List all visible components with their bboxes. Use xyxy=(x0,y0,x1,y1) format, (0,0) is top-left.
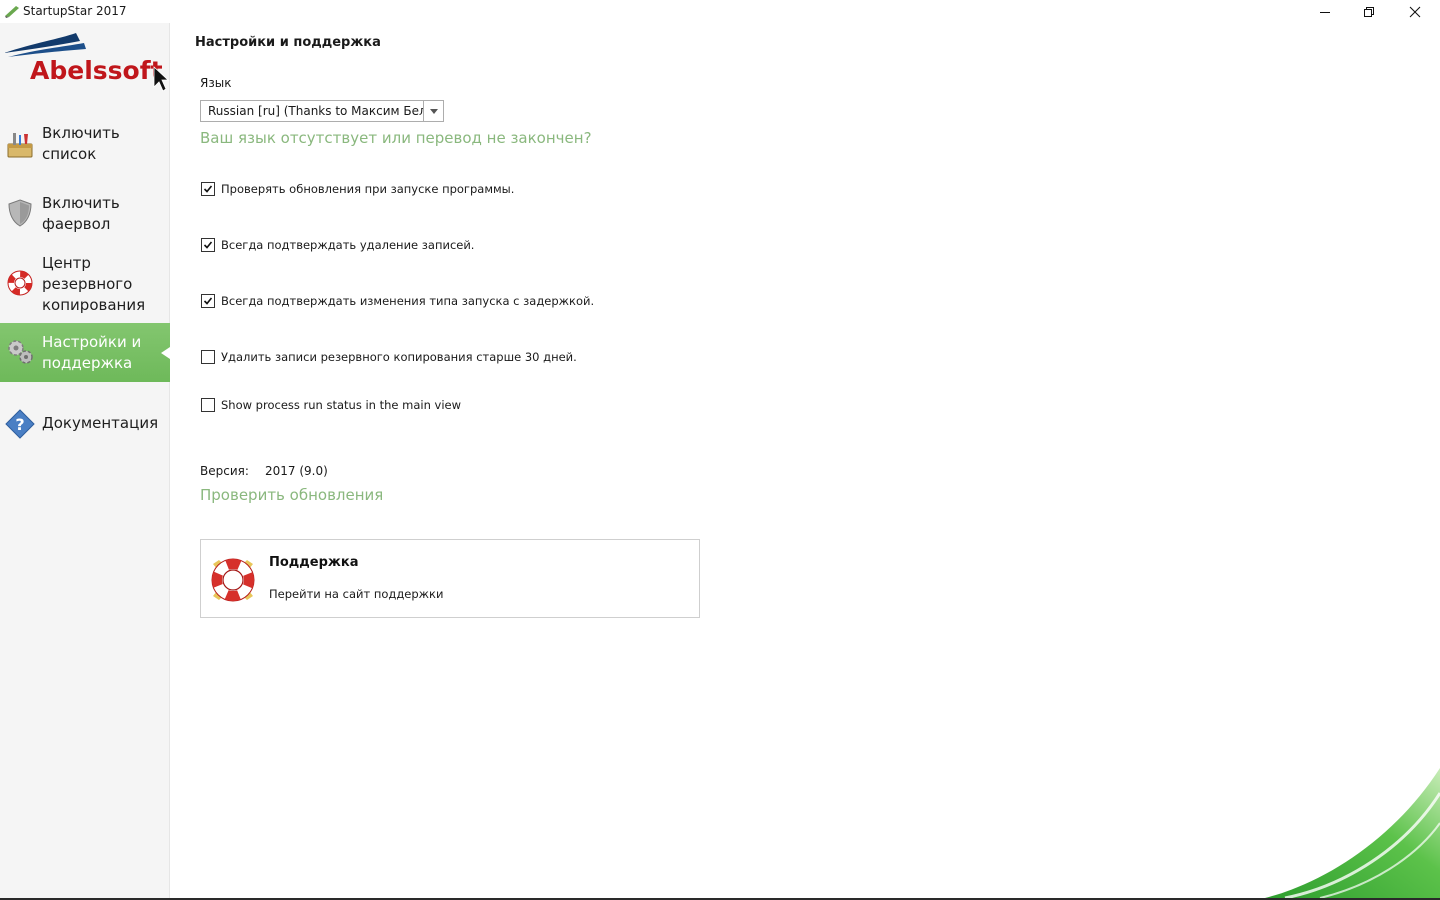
abelssoft-logo: Abelssoft xyxy=(4,33,170,92)
sidebar-item-label: Включить фаервол xyxy=(42,194,120,233)
restore-icon xyxy=(1364,6,1374,17)
sidebar-item-label: Документация xyxy=(42,414,159,432)
toolbox-icon xyxy=(7,133,33,158)
option-show-process-status[interactable]: Show process run status in the main view xyxy=(201,398,461,412)
shield-icon xyxy=(8,199,32,227)
sidebar-item-enable-list[interactable]: Включить список xyxy=(0,116,170,174)
help-icon: ? xyxy=(5,409,35,439)
page-title: Настройки и поддержка xyxy=(195,35,381,50)
title-bar: StartupStar 2017 xyxy=(0,0,1440,23)
sidebar-item-enable-firewall[interactable]: Включить фаервол xyxy=(0,186,170,244)
app-icon xyxy=(5,6,19,18)
restore-button[interactable] xyxy=(1346,0,1392,23)
sidebar: Abelssoft Включить список Включить фаерв… xyxy=(0,23,170,898)
decorative-swoosh xyxy=(1265,768,1440,898)
option-check-updates[interactable]: Проверять обновления при запуске програм… xyxy=(201,182,514,196)
settings-panel: Настройки и поддержка Язык Russian [ru] … xyxy=(171,23,1440,898)
option-delete-old-backups[interactable]: Удалить записи резервного копирования ст… xyxy=(201,350,577,364)
option-label: Удалить записи резервного копирования ст… xyxy=(221,350,577,364)
active-indicator xyxy=(161,346,170,359)
language-label: Язык xyxy=(200,76,232,90)
sidebar-item-label: Центр резервного копирования xyxy=(42,254,146,314)
lifebuoy-icon xyxy=(211,558,255,602)
close-icon xyxy=(1409,6,1421,17)
version-label: Версия: xyxy=(200,464,249,478)
sidebar-item-backup-center[interactable]: Центр резервного копирования xyxy=(0,251,170,319)
option-confirm-delete[interactable]: Всегда подтверждать удаление записей. xyxy=(201,238,474,252)
gears-icon xyxy=(8,340,33,364)
language-select[interactable]: Russian [ru] (Thanks to Максим Белов) xyxy=(200,100,444,122)
checkbox[interactable] xyxy=(201,350,215,364)
missing-language-link[interactable]: Ваш язык отсутствует или перевод не зако… xyxy=(200,129,592,147)
lifebuoy-icon xyxy=(7,270,33,296)
checkmark-icon xyxy=(203,185,213,193)
language-select-value: Russian [ru] (Thanks to Максим Белов) xyxy=(208,104,423,118)
check-updates-link[interactable]: Проверить обновления xyxy=(200,486,383,504)
option-label: Всегда подтверждать изменения типа запус… xyxy=(221,294,595,308)
dropdown-button[interactable] xyxy=(423,101,443,121)
option-label: Show process run status in the main view xyxy=(221,398,462,412)
checkbox[interactable] xyxy=(201,398,215,412)
option-label: Всегда подтверждать удаление записей. xyxy=(221,238,475,252)
sidebar-item-label: Включить список xyxy=(42,124,120,163)
svg-text:?: ? xyxy=(15,415,24,434)
sidebar-item-label: Настройки и поддержка xyxy=(42,333,142,372)
checkmark-icon xyxy=(203,241,213,249)
chevron-down-icon xyxy=(429,108,438,114)
sidebar-item-settings-support[interactable]: Настройки и поддержка xyxy=(0,323,170,382)
option-label: Проверять обновления при запуске програм… xyxy=(221,182,515,196)
logo-text: Abelssoft xyxy=(30,56,163,85)
close-button[interactable] xyxy=(1392,0,1438,23)
checkbox[interactable] xyxy=(201,294,215,308)
minimize-icon xyxy=(1320,11,1330,13)
support-title: Поддержка xyxy=(269,555,359,570)
option-confirm-delay-change[interactable]: Всегда подтверждать изменения типа запус… xyxy=(201,294,594,308)
minimize-button[interactable] xyxy=(1302,0,1348,23)
window-title: StartupStar 2017 xyxy=(23,4,127,18)
checkbox[interactable] xyxy=(201,182,215,196)
support-card[interactable]: Поддержка Перейти на сайт поддержки xyxy=(200,539,700,618)
sidebar-item-documentation[interactable]: ? Документация xyxy=(0,401,170,447)
checkmark-icon xyxy=(203,297,213,305)
support-subtitle: Перейти на сайт поддержки xyxy=(269,587,444,601)
checkbox[interactable] xyxy=(201,238,215,252)
version-value: 2017 (9.0) xyxy=(265,464,328,478)
